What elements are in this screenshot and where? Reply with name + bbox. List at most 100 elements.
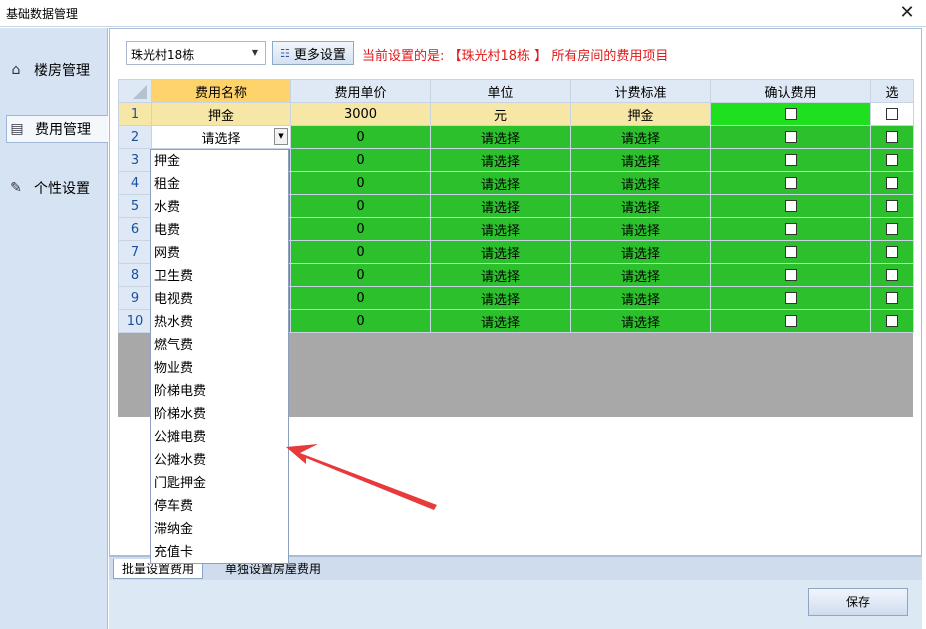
standard-cell[interactable]: 请选择 bbox=[570, 217, 711, 241]
select-cell bbox=[870, 263, 914, 287]
fee-name-cell[interactable]: 押金 bbox=[151, 102, 291, 126]
select-cell bbox=[870, 125, 914, 149]
dropdown-option[interactable]: 阶梯水费 bbox=[154, 403, 284, 426]
unit-cell[interactable]: 元 bbox=[430, 102, 571, 126]
standard-cell[interactable]: 请选择 bbox=[570, 125, 711, 149]
sidebar-item-label: 个性设置 bbox=[34, 181, 90, 197]
building-select[interactable]: 珠光村18栋 ▼ bbox=[126, 41, 266, 65]
dropdown-option[interactable]: 滞纳金 bbox=[154, 518, 284, 541]
dropdown-option[interactable]: 阶梯电费 bbox=[154, 380, 284, 403]
chevron-down-icon[interactable]: ▼ bbox=[274, 128, 288, 145]
unit-cell[interactable]: 请选择 bbox=[430, 148, 571, 172]
price-cell[interactable]: 0 bbox=[290, 286, 431, 310]
standard-cell[interactable]: 押金 bbox=[570, 102, 711, 126]
confirm-checkbox[interactable] bbox=[784, 223, 797, 235]
confirm-cell bbox=[710, 148, 871, 172]
unit-cell[interactable]: 请选择 bbox=[430, 194, 571, 218]
save-button[interactable]: 保存 bbox=[808, 588, 908, 616]
select-checkbox[interactable] bbox=[886, 154, 898, 166]
dropdown-option[interactable]: 公摊电费 bbox=[154, 426, 284, 449]
more-settings-button[interactable]: ☷ 更多设置 bbox=[272, 41, 354, 65]
standard-cell[interactable]: 请选择 bbox=[570, 148, 711, 172]
current-setting-text: 当前设置的是: 【珠光村18栋 】 所有房间的费用项目 bbox=[362, 49, 669, 64]
select-checkbox[interactable] bbox=[886, 108, 898, 120]
unit-cell[interactable]: 请选择 bbox=[430, 217, 571, 241]
col-header-select[interactable]: 选 bbox=[870, 79, 914, 103]
standard-cell[interactable]: 请选择 bbox=[570, 194, 711, 218]
standard-cell[interactable]: 请选择 bbox=[570, 240, 711, 264]
confirm-checkbox[interactable] bbox=[784, 200, 797, 212]
price-cell[interactable]: 0 bbox=[290, 171, 431, 195]
dropdown-option[interactable]: 押金 bbox=[154, 150, 284, 173]
settings-grid-icon: ☷ bbox=[280, 46, 290, 60]
confirm-cell bbox=[710, 171, 871, 195]
select-checkbox[interactable] bbox=[886, 131, 898, 143]
unit-cell[interactable]: 请选择 bbox=[430, 171, 571, 195]
confirm-checkbox[interactable] bbox=[784, 108, 797, 120]
select-checkbox[interactable] bbox=[886, 315, 898, 327]
confirm-cell bbox=[710, 194, 871, 218]
select-checkbox[interactable] bbox=[886, 200, 898, 212]
sidebar-item-settings[interactable]: ✎ 个性设置 bbox=[6, 174, 108, 202]
row-number: 8 bbox=[118, 263, 152, 287]
select-checkbox[interactable] bbox=[886, 246, 898, 258]
price-cell[interactable]: 0 bbox=[290, 194, 431, 218]
dropdown-option[interactable]: 网费 bbox=[154, 242, 284, 265]
confirm-checkbox[interactable] bbox=[784, 154, 797, 166]
price-cell[interactable]: 0 bbox=[290, 240, 431, 264]
col-header-fee-name[interactable]: 费用名称 bbox=[151, 79, 291, 103]
select-checkbox[interactable] bbox=[886, 223, 898, 235]
dropdown-option[interactable]: 燃气费 bbox=[154, 334, 284, 357]
dropdown-option[interactable]: 卫生费 bbox=[154, 265, 284, 288]
unit-cell[interactable]: 请选择 bbox=[430, 240, 571, 264]
dropdown-option[interactable]: 租金 bbox=[154, 173, 284, 196]
unit-cell[interactable]: 请选择 bbox=[430, 309, 571, 333]
dropdown-option[interactable]: 停车费 bbox=[154, 495, 284, 518]
sidebar-item-fees[interactable]: ▤ 费用管理 bbox=[6, 115, 108, 143]
unit-cell[interactable]: 请选择 bbox=[430, 286, 571, 310]
dropdown-option[interactable]: 电视费 bbox=[154, 288, 284, 311]
dropdown-option[interactable]: 物业费 bbox=[154, 357, 284, 380]
select-checkbox[interactable] bbox=[886, 269, 898, 281]
standard-cell[interactable]: 请选择 bbox=[570, 263, 711, 287]
standard-cell[interactable]: 请选择 bbox=[570, 309, 711, 333]
fee-name-editor[interactable]: 请选择 ▼ bbox=[151, 125, 291, 149]
standard-cell[interactable]: 请选择 bbox=[570, 286, 711, 310]
close-icon[interactable]: ✕ bbox=[896, 2, 918, 24]
col-header-unit-price[interactable]: 费用单价 bbox=[290, 79, 431, 103]
title-bar: 基础数据管理 ✕ bbox=[0, 0, 926, 27]
price-cell[interactable]: 0 bbox=[290, 217, 431, 241]
unit-cell[interactable]: 请选择 bbox=[430, 125, 571, 149]
row-number: 7 bbox=[118, 240, 152, 264]
col-header-unit[interactable]: 单位 bbox=[430, 79, 571, 103]
price-cell[interactable]: 0 bbox=[290, 148, 431, 172]
unit-cell[interactable]: 请选择 bbox=[430, 263, 571, 287]
table-row: 1 押金 3000 元 押金 bbox=[118, 102, 914, 126]
dropdown-option[interactable]: 电费 bbox=[154, 219, 284, 242]
price-cell[interactable]: 0 bbox=[290, 263, 431, 287]
confirm-checkbox[interactable] bbox=[784, 131, 797, 143]
confirm-checkbox[interactable] bbox=[784, 315, 797, 327]
sidebar-item-building[interactable]: ⌂ 楼房管理 bbox=[6, 56, 108, 84]
select-checkbox[interactable] bbox=[886, 292, 898, 304]
price-cell[interactable]: 0 bbox=[290, 125, 431, 149]
chevron-down-icon[interactable]: ▼ bbox=[247, 44, 263, 62]
confirm-cell bbox=[710, 217, 871, 241]
row-number: 3 bbox=[118, 148, 152, 172]
col-header-standard[interactable]: 计费标准 bbox=[570, 79, 711, 103]
dropdown-option[interactable]: 公摊水费 bbox=[154, 449, 284, 472]
price-cell[interactable]: 0 bbox=[290, 309, 431, 333]
col-header-confirm[interactable]: 确认费用 bbox=[710, 79, 871, 103]
confirm-checkbox[interactable] bbox=[784, 269, 797, 281]
select-checkbox[interactable] bbox=[886, 177, 898, 189]
confirm-checkbox[interactable] bbox=[784, 246, 797, 258]
fee-type-dropdown-list: 押金 租金 水费 电费 网费 卫生费 电视费 热水费 燃气费 物业费 阶梯电费 … bbox=[150, 149, 289, 564]
confirm-checkbox[interactable] bbox=[784, 177, 797, 189]
dropdown-option[interactable]: 水费 bbox=[154, 196, 284, 219]
confirm-checkbox[interactable] bbox=[784, 292, 797, 304]
dropdown-option[interactable]: 充值卡 bbox=[154, 541, 284, 564]
standard-cell[interactable]: 请选择 bbox=[570, 171, 711, 195]
dropdown-option[interactable]: 门匙押金 bbox=[154, 472, 284, 495]
dropdown-option[interactable]: 热水费 bbox=[154, 311, 284, 334]
price-cell[interactable]: 3000 bbox=[290, 102, 431, 126]
